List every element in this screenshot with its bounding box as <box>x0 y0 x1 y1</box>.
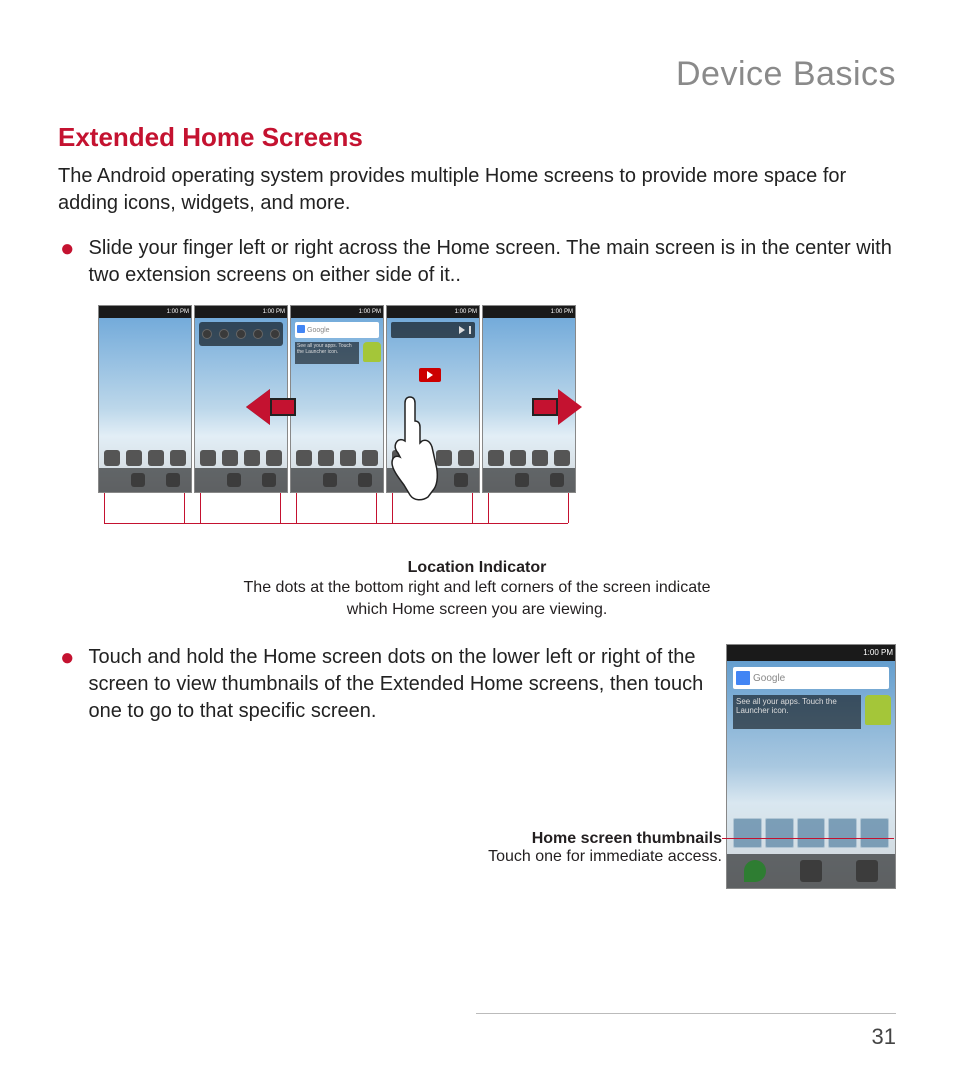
thumbnail <box>860 818 889 848</box>
android-icon <box>865 695 891 725</box>
thumbnail-row <box>733 818 889 848</box>
music-widget <box>391 322 475 338</box>
location-indicator-callout-lines <box>98 493 578 533</box>
android-icon <box>363 342 381 362</box>
page-number: 31 <box>872 1024 896 1050</box>
thumbnail <box>733 818 762 848</box>
status-bar: 1:00 PM <box>387 306 479 318</box>
thumbnail-caption: Home screen thumbnails Touch one for imm… <box>488 830 722 866</box>
launcher-hint: See all your apps. Touch the Launcher ic… <box>295 342 359 364</box>
section-title: Extended Home Screens <box>58 122 896 153</box>
caption-body: Touch one for immediate access. <box>488 848 722 866</box>
thumbnail <box>828 818 857 848</box>
status-bar: 1:00 PM <box>483 306 575 318</box>
caption-title: Home screen thumbnails <box>488 830 722 848</box>
dock <box>483 468 575 492</box>
home-screen-1: 1:00 PM <box>98 305 192 493</box>
bullet-item: ● Touch and hold the Home screen dots on… <box>58 644 706 725</box>
dock <box>99 468 191 492</box>
thumbnail <box>797 818 826 848</box>
intro-text: The Android operating system provides mu… <box>58 163 896 217</box>
bullet-text: Touch and hold the Home screen dots on t… <box>89 644 707 725</box>
dock <box>291 468 383 492</box>
bullet-icon: ● <box>60 644 75 725</box>
footer-rule <box>476 1013 896 1014</box>
google-search-widget: Google <box>295 322 379 338</box>
home-screens-figure: 1:00 PM 1:00 PM 1:00 PM Google See all y… <box>98 305 578 555</box>
home-screen-center: 1:00 PM Google See all your apps. Touch … <box>290 305 384 493</box>
swipe-left-arrow-icon <box>246 389 296 425</box>
launcher-hint: See all your apps. Touch the Launcher ic… <box>733 695 861 729</box>
caption-title: Location Indicator <box>227 559 727 577</box>
home-screen-thumbnails-figure: 1:00 PM Google See all your apps. Touch … <box>726 644 896 889</box>
google-search-widget: Google <box>733 667 889 689</box>
finger-touch-icon <box>382 393 442 503</box>
status-bar: 1:00 PM <box>727 645 895 661</box>
chapter-title: Device Basics <box>58 55 896 94</box>
dock <box>195 468 287 492</box>
caption-body: The dots at the bottom right and left co… <box>227 577 727 620</box>
status-bar: 1:00 PM <box>195 306 287 318</box>
status-bar: 1:00 PM <box>99 306 191 318</box>
location-indicator-caption: Location Indicator The dots at the botto… <box>227 559 727 620</box>
bullet-item: ● Slide your finger left or right across… <box>58 235 896 289</box>
status-bar: 1:00 PM <box>291 306 383 318</box>
bullet-icon: ● <box>60 235 75 289</box>
dock <box>727 854 895 888</box>
youtube-icon <box>419 368 441 382</box>
swipe-right-arrow-icon <box>532 389 582 425</box>
thumbnail-callout-line <box>722 838 894 839</box>
thumbnail <box>765 818 794 848</box>
bullet-text: Slide your finger left or right across t… <box>89 235 897 289</box>
power-control-widget <box>199 322 283 346</box>
